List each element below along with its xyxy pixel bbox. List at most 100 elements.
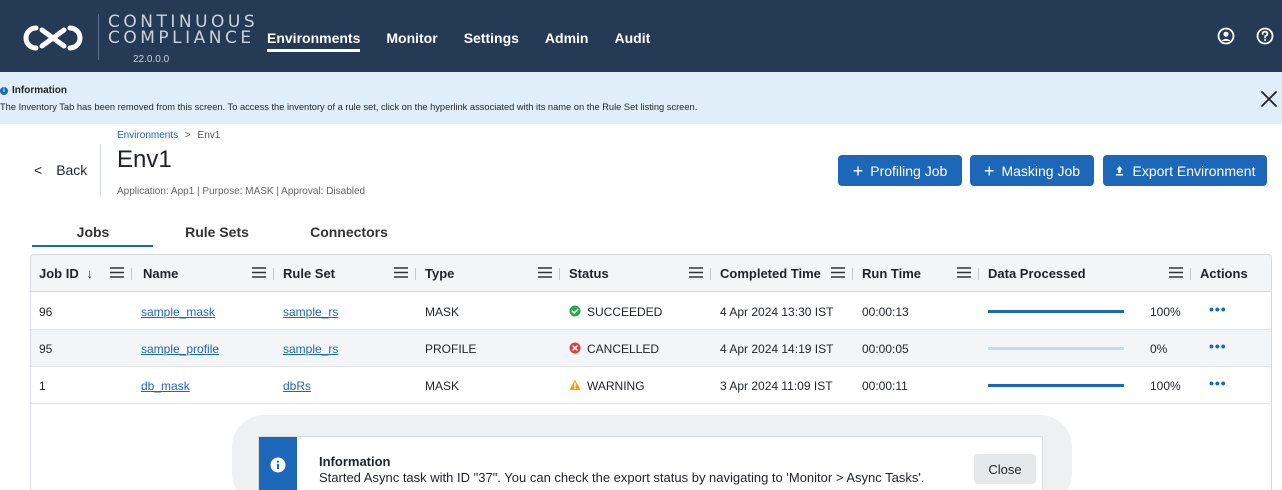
column-menu-icon[interactable] [394,267,408,278]
col-header-rule-set[interactable]: Rule Set [283,266,335,281]
cell-name-link[interactable]: db_mask [141,379,190,393]
tab-jobs[interactable]: Jobs [60,224,126,240]
column-menu-icon[interactable] [689,267,703,278]
success-check-icon [569,305,581,317]
cell-name-link[interactable]: sample_profile [141,342,219,356]
plus-icon: + [852,160,864,181]
cell-job-id: 96 [39,305,53,319]
back-button[interactable]: < Back [34,162,87,178]
column-separator[interactable] [978,268,979,280]
column-menu-icon[interactable] [252,267,266,278]
logo-divider [98,14,99,60]
nav-admin[interactable]: Admin [545,30,589,46]
col-header-data-processed[interactable]: Data Processed [988,266,1086,281]
table-header: Job ID ↓ Name Rule Set Type Status Compl… [31,255,1271,292]
column-separator[interactable] [852,268,853,280]
nav-environments[interactable]: Environments [267,30,361,52]
column-separator[interactable] [131,268,132,280]
col-header-type[interactable]: Type [425,266,454,281]
masking-job-button[interactable]: + Masking Job [970,155,1094,186]
banner-message: The Inventory Tab has been removed from … [0,102,698,112]
more-actions-icon[interactable]: ••• [1209,375,1227,391]
nav-audit[interactable]: Audit [614,30,650,46]
column-separator[interactable] [710,268,711,280]
toast-message: Started Async task with ID "37". You can… [319,470,925,485]
toast-accent-strip [259,437,297,490]
col-header-completed-time[interactable]: Completed Time [720,266,821,281]
banner-title-text: Information [12,85,67,96]
cell-run-time: 00:00:11 [862,379,908,393]
nav-settings[interactable]: Settings [464,30,519,46]
cell-rule-set-link[interactable]: sample_rs [283,305,338,319]
info-icon [270,457,286,473]
cell-type: MASK [425,305,460,319]
col-header-name[interactable]: Name [143,266,178,281]
export-environment-button[interactable]: Export Environment [1103,155,1267,186]
profiling-job-button[interactable]: + Profiling Job [838,155,962,186]
cell-job-id: 95 [39,342,53,356]
user-icon[interactable] [1217,27,1235,45]
column-menu-icon[interactable] [110,267,124,278]
cancelled-x-icon [569,342,581,354]
cell-status: SUCCEEDED [587,305,663,319]
logo-icon[interactable] [22,24,84,52]
header-divider [100,144,101,196]
column-menu-icon[interactable] [957,267,971,278]
page-title: Env1 [117,146,172,173]
column-separator[interactable] [1190,268,1191,280]
progress-bar [988,347,1124,350]
breadcrumb-current: Env1 [197,130,221,141]
brand-line-2: COMPLIANCE [108,28,255,48]
sort-arrow-down-icon[interactable]: ↓ [86,266,93,281]
export-environment-label: Export Environment [1132,162,1256,179]
profiling-job-label: Profiling Job [870,162,948,179]
col-header-run-time[interactable]: Run Time [862,266,921,281]
breadcrumb-environments[interactable]: Environments [117,130,178,141]
more-actions-icon[interactable]: ••• [1209,338,1227,354]
col-header-job-id[interactable]: Job ID ↓ [39,266,93,281]
cell-job-id: 1 [39,379,46,393]
tab-connectors[interactable]: Connectors [300,224,398,240]
plus-icon: + [983,160,995,181]
column-separator[interactable] [273,268,274,280]
masking-job-label: Masking Job [1001,162,1081,179]
table-row[interactable]: 1 db_mask dbRs MASK WARNING 3 Apr 2024 1… [31,367,1271,404]
toast-title: Information [319,454,391,469]
cell-completed-time: 4 Apr 2024 13:30 IST [720,305,834,319]
column-menu-icon[interactable] [1169,267,1183,278]
cell-percent: 100% [1150,305,1181,319]
progress-bar [988,310,1124,313]
toast-notification: Information Started Async task with ID "… [258,436,1043,490]
column-menu-icon[interactable] [538,267,552,278]
upload-icon [1115,166,1123,176]
cell-percent: 0% [1150,342,1168,356]
cell-rule-set-link[interactable]: dbRs [283,379,311,393]
warning-triangle-icon [569,379,581,390]
table-row[interactable]: 96 sample_mask sample_rs MASK SUCCEEDED … [31,293,1271,330]
column-separator[interactable] [415,268,416,280]
col-header-job-id-label: Job ID [39,266,79,281]
info-icon: i [0,86,8,95]
cell-completed-time: 3 Apr 2024 11:09 IST [720,379,833,393]
column-menu-icon[interactable] [831,267,845,278]
cell-run-time: 00:00:13 [862,305,909,319]
nav-monitor[interactable]: Monitor [386,30,437,46]
col-header-status[interactable]: Status [569,266,609,281]
cell-status: WARNING [587,379,645,393]
more-actions-icon[interactable]: ••• [1209,301,1227,317]
cell-rule-set-link[interactable]: sample_rs [283,342,338,356]
table-row[interactable]: 95 sample_profile sample_rs PROFILE CANC… [31,330,1271,367]
tab-rule-sets[interactable]: Rule Sets [176,224,258,240]
cell-completed-time: 4 Apr 2024 14:19 IST [720,342,834,356]
cell-name-link[interactable]: sample_mask [141,305,215,319]
toast-close-button[interactable]: Close [974,454,1036,484]
banner-title: i Information [0,85,67,96]
help-icon[interactable] [1256,27,1274,45]
column-separator[interactable] [559,268,560,280]
chevron-left-icon: < [34,162,43,178]
cell-type: MASK [425,379,460,393]
top-nav-bar: CONTINUOUS COMPLIANCE 22.0.0.0 Environme… [0,0,1282,72]
close-icon[interactable] [1260,90,1278,108]
main-nav: Environments Monitor Settings Admin Audi… [267,30,676,52]
back-label: Back [56,162,88,178]
